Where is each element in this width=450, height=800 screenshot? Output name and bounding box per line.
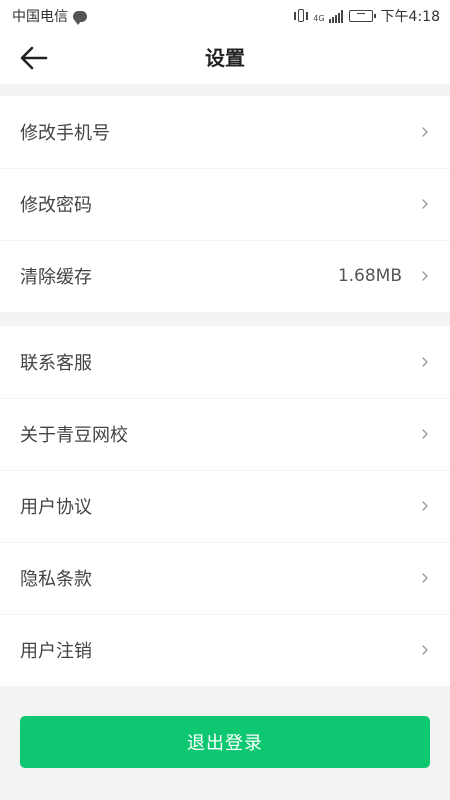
row-label: 用户协议 [20, 497, 92, 518]
settings-group-info: 联系客服 关于青豆网校 用户协议 隐私条款 用户注销 [0, 326, 450, 686]
chevron-right-icon [422, 271, 428, 281]
message-notification-icon [73, 10, 87, 25]
chevron-right-icon [422, 357, 428, 367]
chevron-right-icon [422, 199, 428, 209]
arrow-left-icon [20, 46, 48, 70]
signal-strength-icon [328, 9, 343, 23]
battery-charging-icon [348, 10, 376, 22]
status-bar: 中国电信 4G 下午4:18 [0, 0, 450, 32]
chevron-right-icon [422, 429, 428, 439]
row-label: 清除缓存 [20, 267, 92, 288]
row-label: 关于青豆网校 [20, 425, 128, 446]
cache-size-value: 1.68MB [337, 266, 402, 286]
settings-row-clear-cache[interactable]: 清除缓存 1.68MB [0, 240, 450, 312]
row-label: 用户注销 [20, 641, 92, 662]
settings-row-about[interactable]: 关于青豆网校 [0, 398, 450, 470]
row-label: 联系客服 [20, 353, 92, 374]
status-right: 4G 下午4:18 [293, 6, 440, 26]
nav-bar: 设置 [0, 32, 450, 84]
chevron-right-icon [422, 501, 428, 511]
chevron-right-icon [422, 127, 428, 137]
status-time: 下午4:18 [380, 9, 440, 25]
network-type-label: 4G [313, 14, 325, 23]
row-label: 隐私条款 [20, 569, 92, 590]
settings-row-privacy-policy[interactable]: 隐私条款 [0, 542, 450, 614]
settings-group-account: 修改手机号 修改密码 清除缓存 1.68MB [0, 96, 450, 312]
settings-row-change-password[interactable]: 修改密码 [0, 168, 450, 240]
settings-row-change-phone[interactable]: 修改手机号 [0, 96, 450, 168]
row-label: 修改密码 [20, 195, 92, 216]
vibrate-icon [293, 9, 309, 23]
status-left: 中国电信 [12, 6, 87, 26]
back-button[interactable] [18, 44, 50, 72]
chevron-right-icon [422, 645, 428, 655]
row-label: 修改手机号 [20, 123, 110, 144]
logout-button[interactable]: 退出登录 [20, 716, 430, 768]
chevron-right-icon [422, 573, 428, 583]
settings-row-user-agreement[interactable]: 用户协议 [0, 470, 450, 542]
settings-row-delete-account[interactable]: 用户注销 [0, 614, 450, 686]
page-title: 设置 [205, 46, 245, 70]
carrier-name: 中国电信 [12, 9, 68, 25]
settings-row-contact-support[interactable]: 联系客服 [0, 326, 450, 398]
